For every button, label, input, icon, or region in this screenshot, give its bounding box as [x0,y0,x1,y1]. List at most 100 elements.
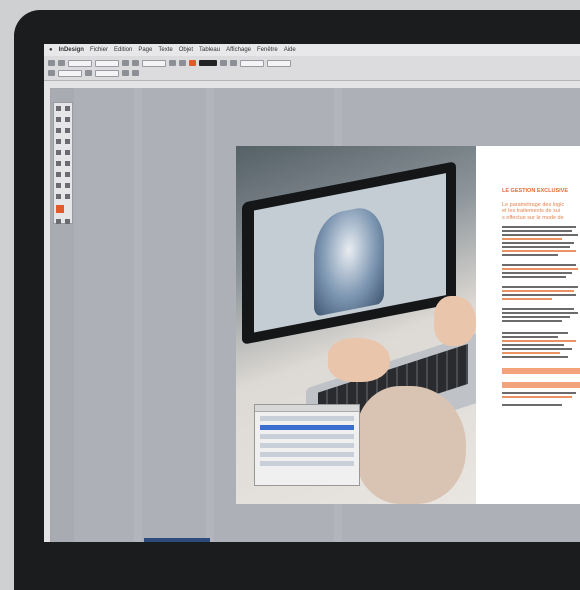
highlight-box [502,368,580,374]
menu-text[interactable]: Texte [158,47,172,53]
distribute-icon[interactable] [132,70,139,76]
body-text-line [502,268,578,270]
selection-tool-icon[interactable] [56,106,61,111]
link-icon[interactable] [122,60,129,66]
fill-stroke-icon[interactable] [56,205,64,213]
body-text-line [502,286,578,288]
body-text-line [502,242,574,244]
dialog-overlay [254,404,360,486]
grid-icon[interactable] [58,60,65,66]
hand-image [434,296,476,346]
body-text-line [502,404,562,406]
rectangle-tool-icon[interactable] [65,150,70,155]
intro-line: s effectue sur le mode de [502,214,564,221]
line-tool-icon[interactable] [65,128,70,133]
width-field[interactable] [142,59,166,67]
zoom-tool-icon[interactable] [56,194,61,199]
stroke-weight-field[interactable] [199,60,217,66]
opacity-field[interactable] [95,69,119,77]
menu-table[interactable]: Tableau [199,47,220,53]
taskbar-indicator [144,538,210,542]
menu-object[interactable]: Objet [179,47,193,53]
body-text-line [502,344,564,346]
dialog-titlebar [255,405,359,412]
x-field[interactable] [68,59,92,67]
page-tool-icon[interactable] [56,117,61,122]
menu-help[interactable]: Aide [284,47,296,53]
menu-app-name[interactable]: InDesign [59,47,84,53]
body-text-line [502,392,576,394]
apple-icon[interactable]: ● [49,47,53,53]
fill-swatch-icon[interactable] [189,60,196,66]
pencil-tool-icon[interactable] [65,139,70,144]
dialog-row [260,416,354,421]
align-icon[interactable] [122,70,129,76]
gap-tool-icon[interactable] [65,117,70,122]
body-text-line [502,348,572,350]
body-text-line [502,246,570,248]
type-tool-icon[interactable] [56,128,61,133]
direct-selection-tool-icon[interactable] [65,106,70,111]
pen-tool-icon[interactable] [56,139,61,144]
body-text-line [502,226,576,228]
body-text-line [502,356,568,358]
body-text-line [502,332,568,334]
body-text-line [502,264,576,266]
body-text-line [502,250,576,252]
body-text-line [502,272,572,274]
laptop-screen-image [254,173,446,333]
screen-glare [206,88,214,542]
menu-view[interactable]: Affichage [226,47,251,53]
menu-edit[interactable]: Edition [114,47,132,53]
body-text-line [502,316,570,318]
body-text-line [502,276,566,278]
menu-page[interactable]: Page [138,47,152,53]
menu-window[interactable]: Fenêtre [257,47,278,53]
effects-icon[interactable] [230,60,237,66]
scale-icon[interactable] [132,60,139,66]
body-text-line [502,308,574,310]
transform-tool-icon[interactable] [65,161,70,166]
intro-line: et les traitements de sui [502,208,561,215]
page-intro: Le paramétrage des logic et les traiteme… [502,202,564,221]
hand-tool-icon[interactable] [65,183,70,188]
tools-panel [53,102,73,224]
note-tool-icon[interactable] [65,172,70,177]
document-spread[interactable]: LE GESTION EXCLUSIVE Le paramétrage des … [236,146,580,504]
screen-mode-icon[interactable] [65,219,70,224]
body-text-line [502,238,562,240]
hand-image [328,338,390,382]
dialog-row-selected [260,425,354,430]
dialog-row [260,443,354,448]
rectangle-frame-tool-icon[interactable] [56,150,61,155]
screen-glare [134,88,142,542]
shear-icon[interactable] [85,70,92,76]
control-row-top [48,59,291,67]
eyedropper-tool-icon[interactable] [56,183,61,188]
menu-file[interactable]: Fichier [90,47,108,53]
scissors-tool-icon[interactable] [56,161,61,166]
dialog-row [260,452,354,457]
stroke-icon[interactable] [220,60,227,66]
body-text-line [502,336,558,338]
body-text-line [502,320,562,322]
object-style-field[interactable] [267,59,291,67]
gradient-tool-icon[interactable] [56,172,61,177]
app-window: ● InDesign Fichier Edition Page Texte Ob… [44,44,580,542]
left-page-photo[interactable] [236,146,476,504]
body-text-line [502,396,572,398]
rotate-icon[interactable] [169,60,176,66]
body-text-line [502,352,560,354]
selection-icon[interactable] [48,60,55,66]
page-heading: LE GESTION EXCLUSIVE [502,188,569,194]
arm-image [356,386,466,504]
view-mode-icon[interactable] [56,219,61,224]
swap-icon[interactable] [65,194,70,199]
height-field[interactable] [58,69,82,77]
flip-icon[interactable] [179,60,186,66]
style-dropdown[interactable] [240,59,264,67]
reference-point-icon[interactable] [48,70,55,76]
right-page-text[interactable]: LE GESTION EXCLUSIVE Le paramétrage des … [476,146,580,504]
dialog-row [260,461,354,466]
y-field[interactable] [95,59,119,67]
